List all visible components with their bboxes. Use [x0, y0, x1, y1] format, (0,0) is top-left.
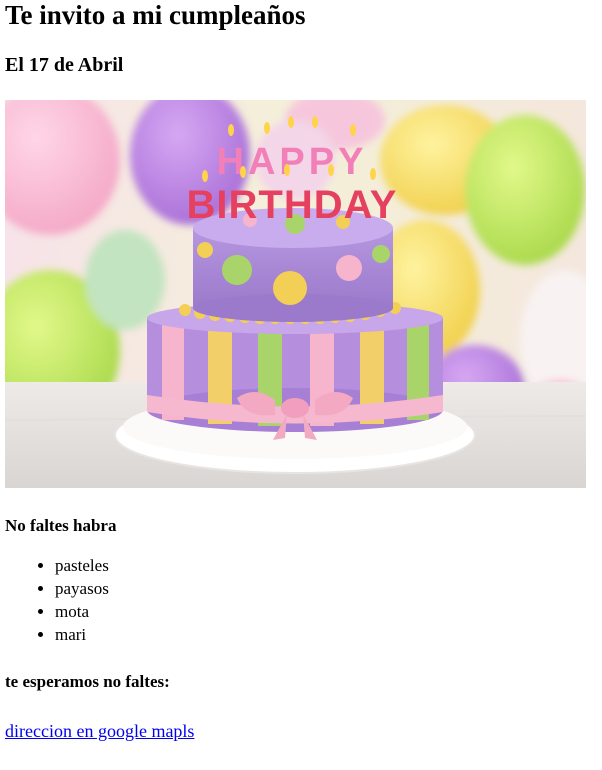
- list-item: pasteles: [55, 554, 597, 577]
- cake-topper-birthday: BIRTHDAY: [187, 183, 398, 227]
- cake-topper-happy: HAPPY: [217, 141, 368, 183]
- list-item: mota: [55, 600, 597, 623]
- list-item: payasos: [55, 577, 597, 600]
- page: Te invito a mi cumpleaños El 17 de Abril: [0, 0, 602, 742]
- list-item: mari: [55, 623, 597, 646]
- birthday-cake-image: HAPPY BIRTHDAY: [5, 100, 586, 488]
- google-maps-link[interactable]: direccion en google mapls: [5, 720, 194, 742]
- items-list: pasteles payasos mota mari: [5, 554, 597, 646]
- closing-text: te esperamos no faltes:: [5, 672, 170, 691]
- list-heading: No faltes habra: [5, 516, 117, 535]
- page-title: Te invito a mi cumpleaños: [5, 0, 306, 30]
- event-date: El 17 de Abril: [5, 54, 124, 76]
